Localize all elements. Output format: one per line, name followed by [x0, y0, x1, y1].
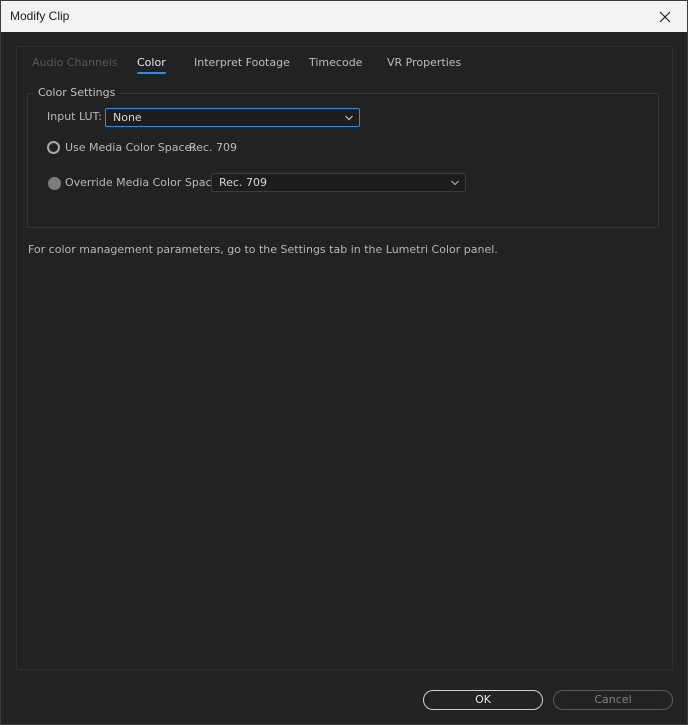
tab-color[interactable]: Color: [137, 56, 166, 76]
title-bar: Modify Clip: [1, 1, 687, 32]
cancel-button[interactable]: Cancel: [553, 690, 673, 710]
override-media-color-space-radio[interactable]: [48, 177, 61, 190]
window-title: Modify Clip: [10, 9, 70, 23]
tab-panel: Audio Channels Color Interpret Footage T…: [16, 46, 673, 670]
color-settings-group: Color Settings Input LUT: None Use Media…: [27, 86, 659, 228]
use-media-color-space-radio[interactable]: [47, 141, 60, 154]
tab-audio-channels: Audio Channels: [32, 56, 118, 69]
chevron-down-icon: [451, 180, 459, 186]
active-tab-indicator: [137, 72, 166, 74]
modify-clip-dialog: Modify Clip Audio Channels Color Interpr…: [0, 0, 688, 725]
use-media-color-space-value: Rec. 709: [189, 141, 237, 154]
override-media-color-space-label: Override Media Color Space:: [65, 176, 223, 189]
color-management-hint: For color management parameters, go to t…: [28, 243, 498, 256]
tab-timecode[interactable]: Timecode: [309, 56, 362, 76]
use-media-color-space-label: Use Media Color Space:: [65, 141, 196, 154]
override-color-space-value: Rec. 709: [219, 176, 267, 189]
input-lut-dropdown[interactable]: None: [105, 108, 360, 127]
close-icon: [659, 11, 671, 22]
tab-vr-properties[interactable]: VR Properties: [387, 56, 461, 76]
ok-button[interactable]: OK: [423, 690, 543, 710]
color-settings-legend: Color Settings: [34, 86, 120, 99]
input-lut-value: None: [113, 111, 142, 124]
tab-color-label: Color: [137, 56, 166, 69]
close-button[interactable]: [643, 1, 687, 32]
chevron-down-icon: [345, 115, 353, 121]
override-color-space-dropdown[interactable]: Rec. 709: [211, 173, 466, 192]
tab-interpret-footage[interactable]: Interpret Footage: [194, 56, 290, 76]
input-lut-label: Input LUT:: [47, 110, 102, 123]
